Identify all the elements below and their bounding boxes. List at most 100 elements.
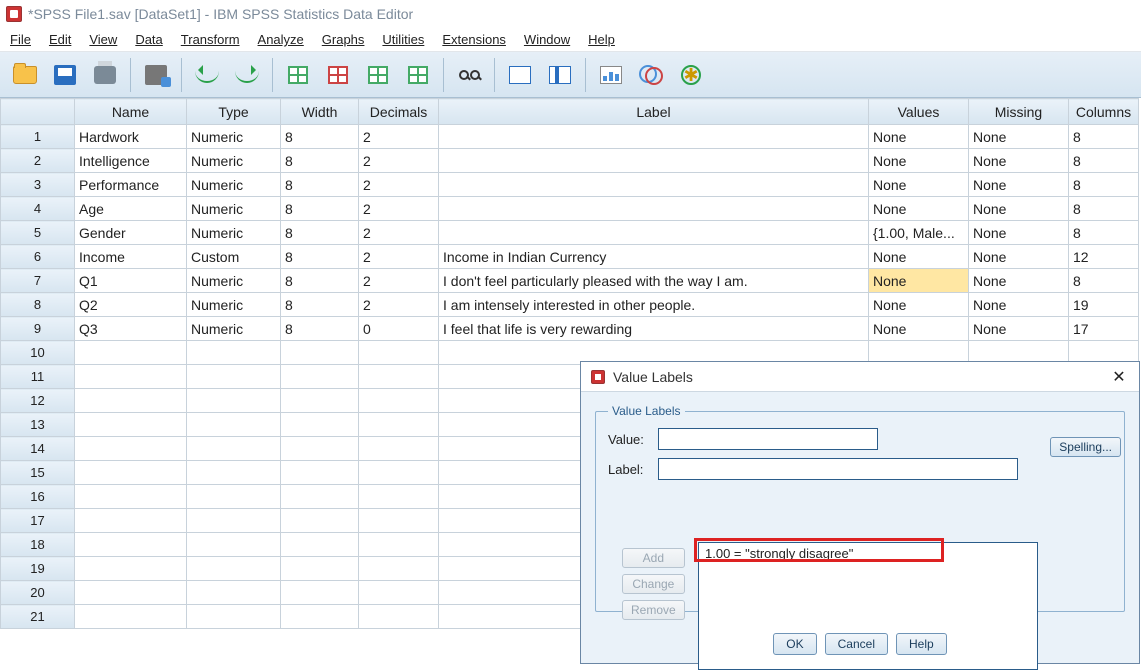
cell-missing[interactable]: None: [969, 317, 1069, 341]
col-name[interactable]: Name: [75, 99, 187, 125]
cell-missing[interactable]: None: [969, 149, 1069, 173]
save-icon[interactable]: [48, 59, 82, 91]
cell-type[interactable]: Numeric: [187, 293, 281, 317]
cell-name[interactable]: Q1: [75, 269, 187, 293]
row-header[interactable]: 12: [1, 389, 75, 413]
menu-transform[interactable]: Transform: [181, 32, 240, 47]
cell-values[interactable]: None: [869, 125, 969, 149]
cell-width[interactable]: 8: [281, 245, 359, 269]
cell-name[interactable]: Performance: [75, 173, 187, 197]
cell-type[interactable]: Numeric: [187, 269, 281, 293]
cell-values[interactable]: None: [869, 269, 969, 293]
row-header[interactable]: 10: [1, 341, 75, 365]
find-icon[interactable]: [452, 59, 486, 91]
run-descriptives-icon[interactable]: [401, 59, 435, 91]
cell-width[interactable]: 8: [281, 293, 359, 317]
row-header[interactable]: 5: [1, 221, 75, 245]
cell-name[interactable]: Intelligence: [75, 149, 187, 173]
undo-icon[interactable]: [190, 59, 224, 91]
cell-name[interactable]: Hardwork: [75, 125, 187, 149]
cell-columns[interactable]: 19: [1069, 293, 1139, 317]
cell-label[interactable]: [439, 149, 869, 173]
cell-label[interactable]: [439, 221, 869, 245]
row-header[interactable]: 18: [1, 533, 75, 557]
cell-missing[interactable]: None: [969, 269, 1069, 293]
menu-file[interactable]: File: [10, 32, 31, 47]
cell-name[interactable]: Gender: [75, 221, 187, 245]
cell-columns[interactable]: 12: [1069, 245, 1139, 269]
cell-width[interactable]: 8: [281, 269, 359, 293]
row-header[interactable]: 9: [1, 317, 75, 341]
menu-data[interactable]: Data: [135, 32, 162, 47]
cell-missing[interactable]: None: [969, 293, 1069, 317]
cell-type[interactable]: Numeric: [187, 173, 281, 197]
cell-decimals[interactable]: 0: [359, 317, 439, 341]
cell-columns[interactable]: 8: [1069, 197, 1139, 221]
cell-type[interactable]: Numeric: [187, 197, 281, 221]
row-header[interactable]: 13: [1, 413, 75, 437]
menu-edit[interactable]: Edit: [49, 32, 71, 47]
row-header[interactable]: 16: [1, 485, 75, 509]
cell-values[interactable]: None: [869, 293, 969, 317]
cell-label[interactable]: I don't feel particularly pleased with t…: [439, 269, 869, 293]
help-button[interactable]: Help: [896, 633, 947, 655]
cell-name[interactable]: Age: [75, 197, 187, 221]
cell-type[interactable]: Numeric: [187, 221, 281, 245]
cell-values[interactable]: None: [869, 149, 969, 173]
cell-values[interactable]: {1.00, Male...: [869, 221, 969, 245]
row-header[interactable]: 6: [1, 245, 75, 269]
row-header[interactable]: 8: [1, 293, 75, 317]
row-header[interactable]: 20: [1, 581, 75, 605]
cell-type[interactable]: Numeric: [187, 317, 281, 341]
cell-type[interactable]: Numeric: [187, 149, 281, 173]
add-button[interactable]: Add: [622, 548, 685, 568]
row-header[interactable]: 21: [1, 605, 75, 629]
cell-columns[interactable]: 8: [1069, 269, 1139, 293]
value-labels-icon[interactable]: [634, 59, 668, 91]
row-header[interactable]: 4: [1, 197, 75, 221]
list-item[interactable]: 1.00 = "strongly disagree": [699, 543, 1037, 564]
cell-width[interactable]: 8: [281, 125, 359, 149]
cell-decimals[interactable]: 2: [359, 293, 439, 317]
cell-values[interactable]: None: [869, 197, 969, 221]
recall-dialog-icon[interactable]: [139, 59, 173, 91]
menu-graphs[interactable]: Graphs: [322, 32, 365, 47]
cell-columns[interactable]: 17: [1069, 317, 1139, 341]
cell-label[interactable]: I feel that life is very rewarding: [439, 317, 869, 341]
change-button[interactable]: Change: [622, 574, 685, 594]
cell-missing[interactable]: None: [969, 197, 1069, 221]
menu-view[interactable]: View: [89, 32, 117, 47]
cell-type[interactable]: Numeric: [187, 125, 281, 149]
cell-width[interactable]: 8: [281, 221, 359, 245]
remove-button[interactable]: Remove: [622, 600, 685, 620]
cell-width[interactable]: 8: [281, 197, 359, 221]
col-label[interactable]: Label: [439, 99, 869, 125]
cell-values[interactable]: None: [869, 173, 969, 197]
label-input[interactable]: [658, 458, 1018, 480]
row-header[interactable]: 1: [1, 125, 75, 149]
goto-case-icon[interactable]: [281, 59, 315, 91]
cell-decimals[interactable]: 2: [359, 245, 439, 269]
cell-decimals[interactable]: 2: [359, 149, 439, 173]
redo-icon[interactable]: [230, 59, 264, 91]
cell-name[interactable]: Q2: [75, 293, 187, 317]
col-columns[interactable]: Columns: [1069, 99, 1139, 125]
row-header[interactable]: 11: [1, 365, 75, 389]
cell-label[interactable]: I am intensely interested in other peopl…: [439, 293, 869, 317]
cell-width[interactable]: 8: [281, 173, 359, 197]
cell-decimals[interactable]: 2: [359, 197, 439, 221]
cell-missing[interactable]: None: [969, 221, 1069, 245]
cell-missing[interactable]: None: [969, 245, 1069, 269]
select-cases-icon[interactable]: [594, 59, 628, 91]
variables-icon[interactable]: [361, 59, 395, 91]
col-values[interactable]: Values: [869, 99, 969, 125]
cell-label[interactable]: [439, 197, 869, 221]
menu-help[interactable]: Help: [588, 32, 615, 47]
menu-extensions[interactable]: Extensions: [442, 32, 506, 47]
cell-columns[interactable]: 8: [1069, 173, 1139, 197]
cell-label[interactable]: [439, 173, 869, 197]
cell-label[interactable]: Income in Indian Currency: [439, 245, 869, 269]
print-icon[interactable]: [88, 59, 122, 91]
split-file-icon[interactable]: [503, 59, 537, 91]
dialog-title-bar[interactable]: Value Labels ✕: [581, 362, 1139, 392]
